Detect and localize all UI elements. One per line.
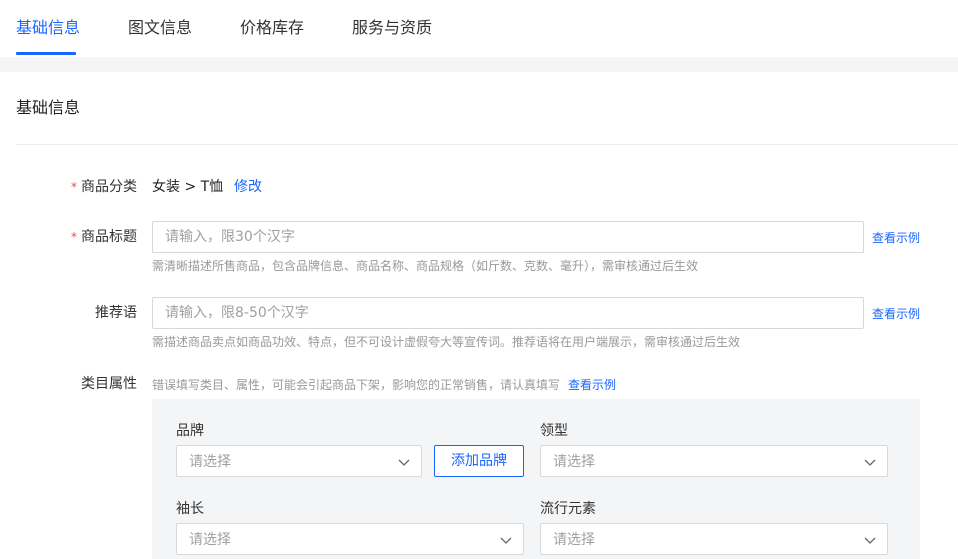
collar-label: 领型 xyxy=(540,423,568,439)
attributes-hint: 错误填写类目、属性，可能会引起商品下架，影响您的正常销售，请认真填写 xyxy=(152,378,561,392)
product-title-label: * 商品标题 xyxy=(71,229,137,245)
attributes-label: 类目属性 xyxy=(81,376,137,392)
category-label: * 商品分类 xyxy=(71,179,137,195)
tab-service-qualification[interactable]: 服务与资质 xyxy=(352,17,432,39)
attributes-example-link[interactable]: 查看示例 xyxy=(568,377,616,393)
recommend-label: 推荐语 xyxy=(95,305,137,321)
chevron-down-icon xyxy=(864,537,876,544)
product-title-input[interactable] xyxy=(153,222,863,252)
tab-bar: 基础信息 图文信息 价格库存 服务与资质 xyxy=(0,0,958,57)
sleeve-select[interactable]: 请选择 xyxy=(176,523,524,555)
required-mark: * xyxy=(71,230,77,244)
sleeve-label: 袖长 xyxy=(176,501,204,517)
section-separator-band xyxy=(0,57,958,72)
tab-basic-info[interactable]: 基础信息 xyxy=(16,17,80,39)
section-title: 基础信息 xyxy=(16,98,81,117)
required-mark: * xyxy=(71,180,77,194)
chevron-down-icon xyxy=(500,537,512,544)
recommend-field xyxy=(152,297,864,329)
product-title-field xyxy=(152,221,864,253)
trend-label: 流行元素 xyxy=(540,501,596,517)
trend-select-placeholder: 请选择 xyxy=(553,532,595,548)
category-edit-link[interactable]: 修改 xyxy=(234,178,262,196)
tab-price-stock[interactable]: 价格库存 xyxy=(240,17,304,39)
active-tab-indicator xyxy=(16,52,76,55)
title-example-link[interactable]: 查看示例 xyxy=(872,230,920,246)
sleeve-select-placeholder: 请选择 xyxy=(189,532,231,548)
brand-select[interactable]: 请选择 xyxy=(176,445,422,477)
collar-select-placeholder: 请选择 xyxy=(553,454,595,470)
section-divider xyxy=(16,144,958,145)
tab-image-text-info[interactable]: 图文信息 xyxy=(128,17,192,39)
category-value: 女装 > T恤 xyxy=(152,179,224,195)
recommend-example-link[interactable]: 查看示例 xyxy=(872,306,920,322)
recommend-hint: 需描述商品卖点如商品功效、特点，但不可设计虚假夸大等宣传词。推荐语将在用户端展示… xyxy=(152,335,741,349)
product-title-hint: 需清晰描述所售商品，包含品牌信息、商品名称、商品规格（如斤数、克数、毫升），需审… xyxy=(152,259,699,273)
chevron-down-icon xyxy=(864,459,876,466)
trend-select[interactable]: 请选择 xyxy=(540,523,888,555)
collar-select[interactable]: 请选择 xyxy=(540,445,888,477)
brand-label: 品牌 xyxy=(176,423,204,439)
brand-select-placeholder: 请选择 xyxy=(189,454,231,470)
recommend-input[interactable] xyxy=(153,298,863,328)
add-brand-button[interactable]: 添加品牌 xyxy=(434,445,524,477)
chevron-down-icon xyxy=(398,459,410,466)
